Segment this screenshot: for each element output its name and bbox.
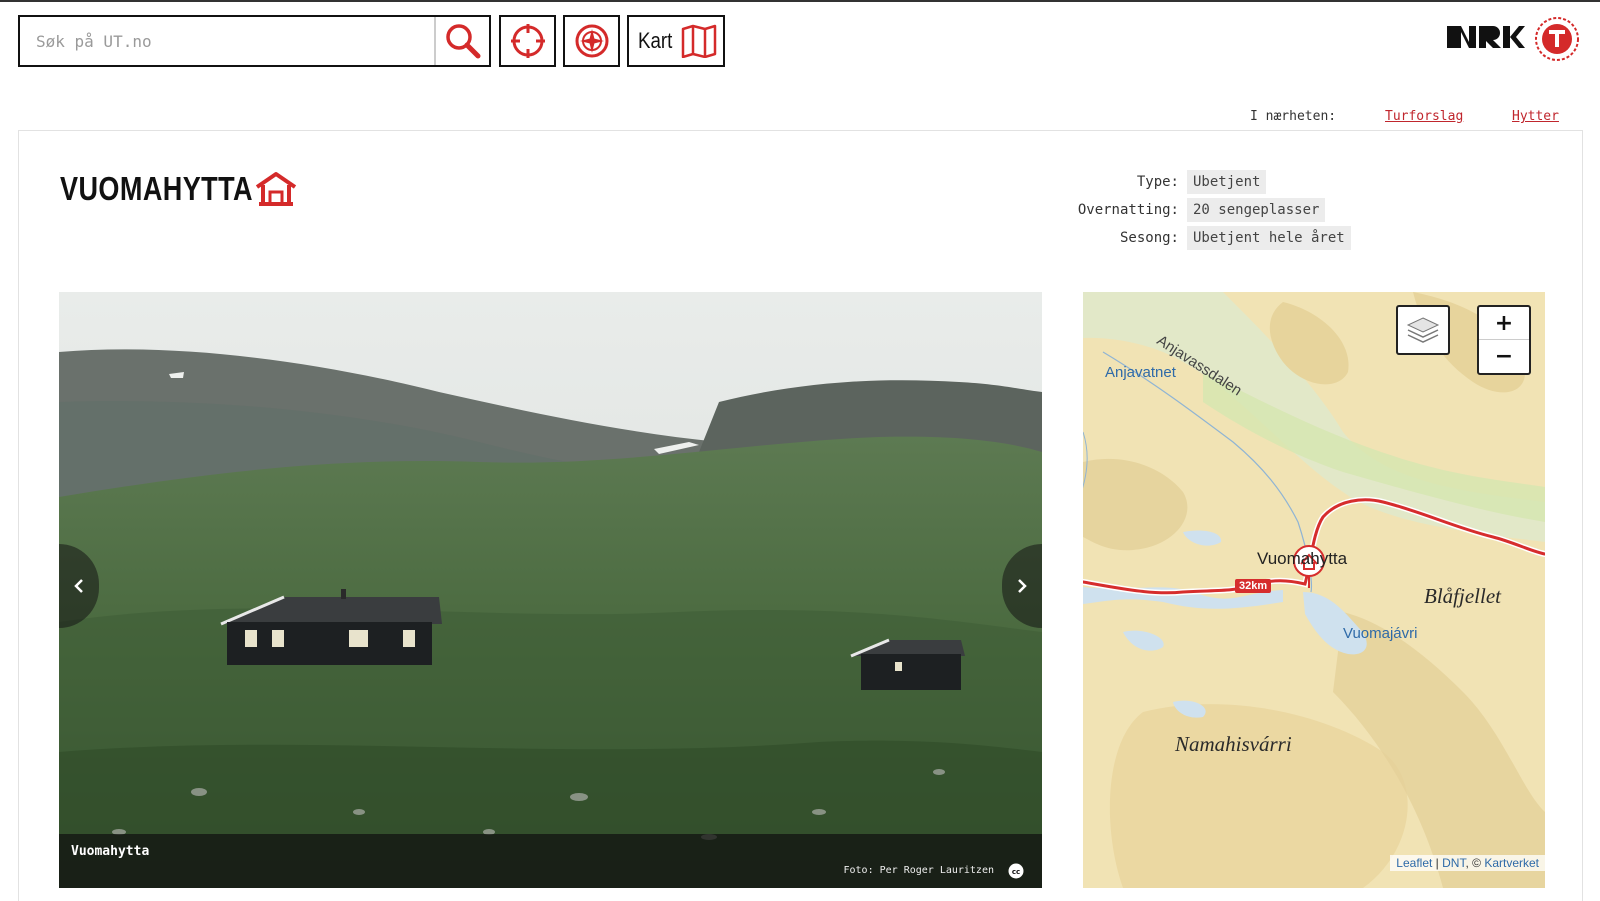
photo-caption-bar: Vuomahytta Foto: Per Roger Lauritzen cc bbox=[59, 834, 1042, 888]
attribution-leaflet-link[interactable]: Leaflet bbox=[1396, 856, 1432, 870]
attribution-copyright: , © bbox=[1465, 856, 1485, 870]
map-attribution: Leaflet | DNT, © Kartverket bbox=[1390, 855, 1545, 871]
svg-text:cc: cc bbox=[1012, 868, 1020, 876]
photo-caption: Vuomahytta bbox=[71, 844, 150, 859]
nrk-logo[interactable] bbox=[1447, 24, 1525, 50]
search-icon bbox=[445, 24, 480, 59]
nearby-label: I nærheten: bbox=[1250, 109, 1337, 124]
nearby-tours-link[interactable]: Turforslag bbox=[1385, 109, 1463, 124]
map-label-hut: Vuomahytta bbox=[1257, 549, 1348, 568]
top-border bbox=[0, 0, 1600, 2]
fact-label: Overnatting: bbox=[1077, 202, 1179, 218]
map-button-label: Kart bbox=[637, 28, 673, 53]
crosshair-icon bbox=[510, 24, 545, 58]
chevron-left-icon bbox=[74, 579, 83, 593]
map-icon bbox=[681, 24, 717, 58]
map-view[interactable]: Anjavassdalen Anjavatnet Vuomahytta Blåf… bbox=[1083, 292, 1545, 888]
route-distance-badge: 32km bbox=[1235, 579, 1272, 593]
zoom-in-button[interactable]: + bbox=[1479, 307, 1529, 340]
fact-value: 20 sengeplasser bbox=[1187, 198, 1326, 222]
attribution-dnt-link[interactable]: DNT bbox=[1442, 856, 1465, 870]
map-zoom-control: + − bbox=[1477, 305, 1531, 375]
creative-commons-icon[interactable]: cc bbox=[1008, 863, 1024, 879]
photo-gallery: Vuomahytta Foto: Per Roger Lauritzen cc bbox=[59, 292, 1042, 888]
fact-value: Ubetjent hele året bbox=[1187, 226, 1351, 250]
compass-icon bbox=[575, 24, 608, 58]
fact-value: Ubetjent bbox=[1187, 170, 1267, 194]
attribution-separator: | bbox=[1432, 856, 1443, 870]
compass-button[interactable] bbox=[563, 15, 620, 67]
search-bar bbox=[18, 15, 491, 67]
zoom-out-button[interactable]: − bbox=[1479, 340, 1529, 373]
map-button[interactable]: Kart bbox=[627, 15, 725, 67]
map-label-lake-south: Vuomajávri bbox=[1343, 625, 1418, 642]
map-label-peak-south: Namahisvárri bbox=[1175, 732, 1292, 756]
nearby-huts-link[interactable]: Hytter bbox=[1512, 109, 1559, 124]
map-label-peak-east: Blåfjellet bbox=[1424, 584, 1501, 608]
map-layers-button[interactable] bbox=[1396, 305, 1450, 355]
hut-photo bbox=[59, 292, 1042, 888]
layers-icon bbox=[1406, 317, 1440, 343]
chevron-right-icon bbox=[1018, 579, 1027, 593]
locate-me-button[interactable] bbox=[499, 15, 556, 67]
hut-icon bbox=[255, 172, 297, 206]
photo-credit: Foto: Per Roger Lauritzen bbox=[843, 865, 994, 876]
dnt-logo[interactable] bbox=[1534, 16, 1580, 62]
hut-facts: Type: Ubetjent Overnatting: 20 sengeplas… bbox=[1050, 168, 1351, 252]
fact-type: Type: Ubetjent bbox=[1050, 168, 1351, 196]
attribution-kartverket-link[interactable]: Kartverket bbox=[1484, 856, 1539, 870]
fact-label: Type: bbox=[1136, 174, 1179, 190]
nearby-links: I nærheten: Turforslag Hytter bbox=[1250, 109, 1590, 129]
search-button[interactable] bbox=[434, 17, 489, 65]
page-title: VUOMAHYTTA bbox=[60, 170, 254, 207]
fact-accommodation: Overnatting: 20 sengeplasser bbox=[1050, 196, 1351, 224]
fact-season: Sesong: Ubetjent hele året bbox=[1050, 224, 1351, 252]
map-label-lake-north: Anjavatnet bbox=[1105, 364, 1176, 381]
fact-label: Sesong: bbox=[1119, 230, 1179, 246]
search-input[interactable] bbox=[20, 17, 434, 65]
